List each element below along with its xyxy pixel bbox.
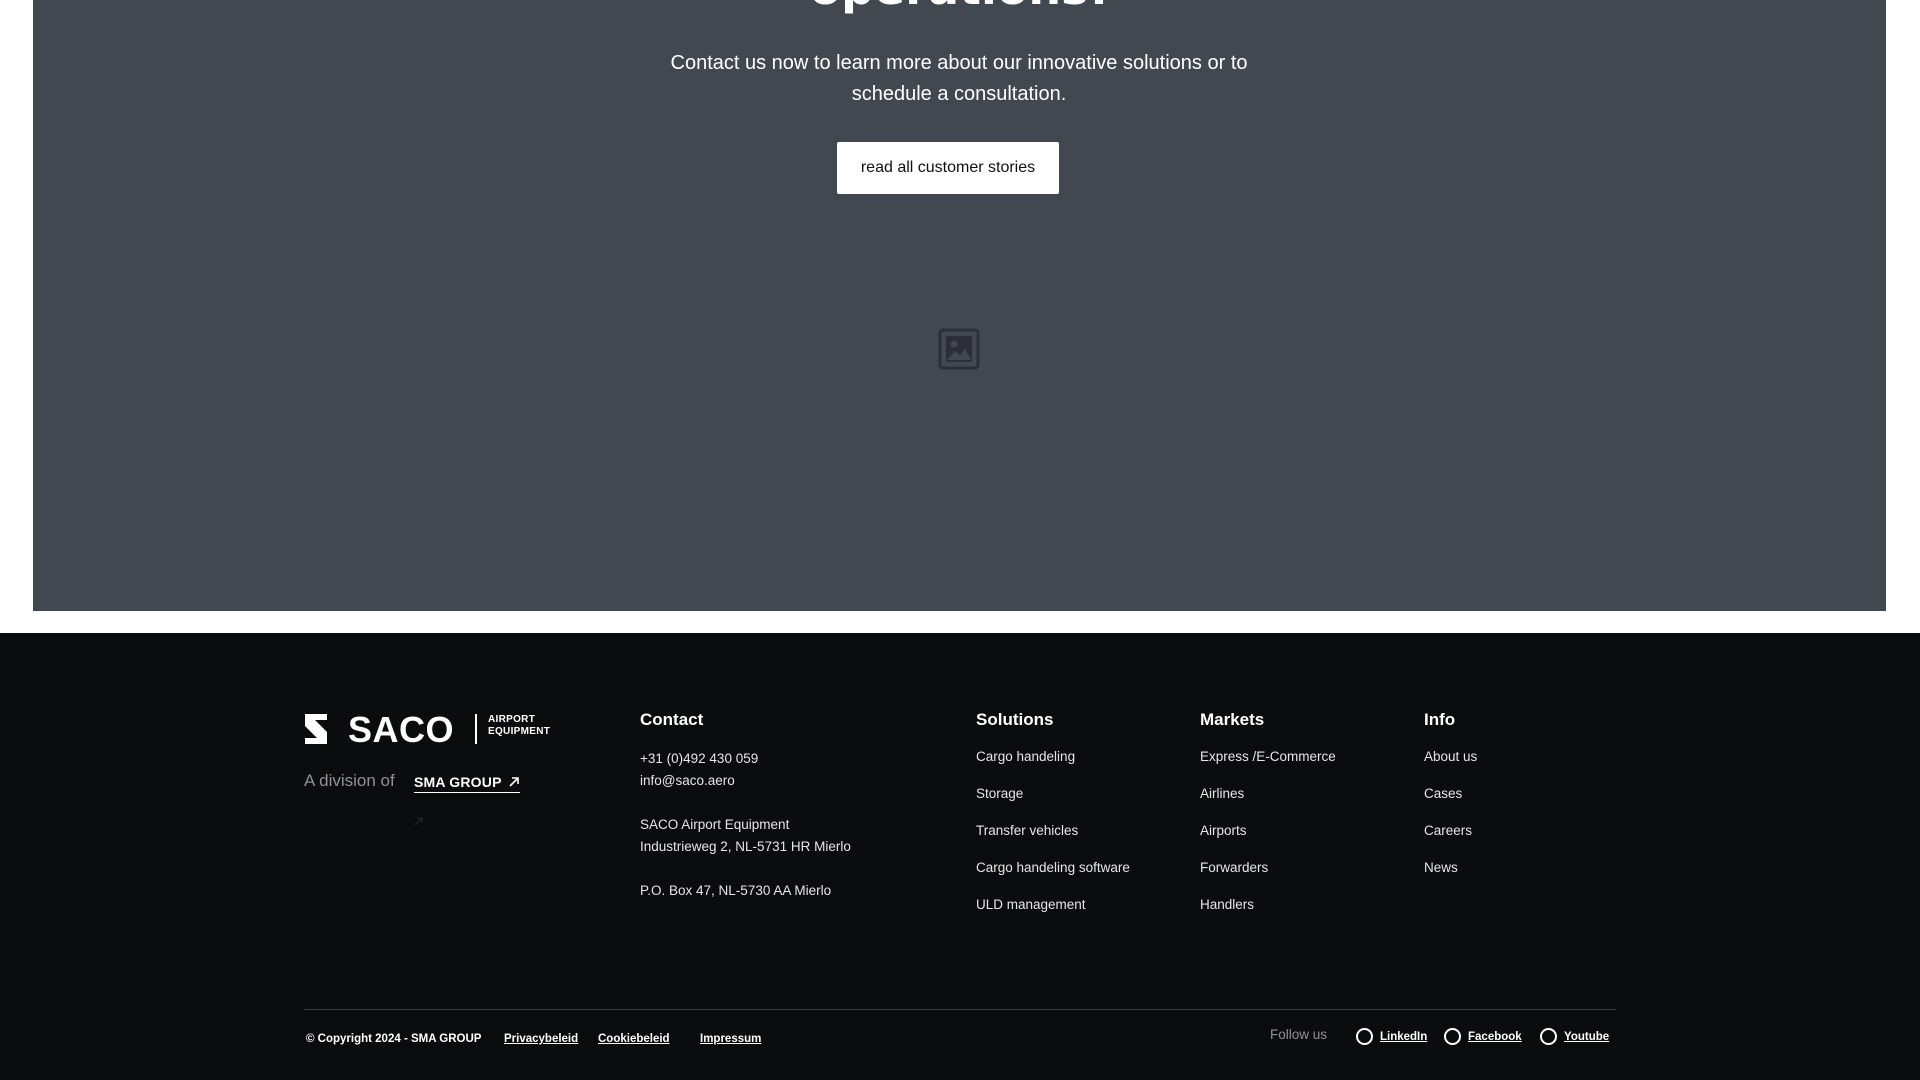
markets-link[interactable]: Express /E-Commerce — [1200, 749, 1336, 764]
facebook-icon — [1444, 1028, 1461, 1045]
linkedin-link[interactable]: LinkedIn — [1356, 1028, 1427, 1045]
division-text: A division of — [304, 771, 395, 790]
company-name: SACO Airport Equipment — [640, 817, 790, 832]
cta-heading: operations! — [33, 0, 1886, 18]
cta-section: operations! Contact us now to learn more… — [33, 0, 1886, 611]
read-customer-stories-button[interactable]: read all customer stories — [837, 142, 1059, 194]
cta-description: Contact us now to learn more about our i… — [670, 52, 1248, 105]
solutions-link[interactable]: Transfer vehicles — [976, 823, 1078, 838]
email-link[interactable]: info@saco.aero — [640, 770, 851, 792]
markets-link[interactable]: Handlers — [1200, 897, 1254, 912]
impressum-link[interactable]: Impressum — [700, 1033, 761, 1045]
solutions-link[interactable]: Storage — [976, 786, 1023, 801]
address: Industrieweg 2, NL-5731 HR Mierlo — [640, 839, 851, 854]
markets-link[interactable]: Airports — [1200, 823, 1247, 838]
contact-details: +31 (0)492 430 059 info@saco.aero SACO A… — [640, 748, 851, 902]
external-arrow-icon — [414, 817, 423, 826]
solutions-link[interactable]: Cargo handeling software — [976, 860, 1130, 875]
linkedin-icon — [1356, 1028, 1373, 1045]
contact-heading: Contact — [640, 710, 704, 729]
logo-tagline: AIRPORT EQUIPMENT — [488, 714, 551, 737]
info-link[interactable]: Careers — [1424, 823, 1472, 838]
info-link[interactable]: About us — [1424, 749, 1477, 764]
facebook-link[interactable]: Facebook — [1444, 1028, 1522, 1045]
svg-text:SACO: SACO — [348, 711, 454, 747]
privacy-link[interactable]: Privacybeleid — [504, 1033, 578, 1045]
markets-link[interactable]: Forwarders — [1200, 860, 1268, 875]
site-footer — [0, 633, 1920, 1080]
youtube-icon — [1540, 1028, 1557, 1045]
youtube-link[interactable]: Youtube — [1540, 1028, 1609, 1045]
info-link[interactable]: News — [1424, 860, 1458, 875]
markets-link[interactable]: Airlines — [1200, 786, 1244, 801]
follow-us-label: Follow us — [1270, 1027, 1328, 1042]
info-link[interactable]: Cases — [1424, 786, 1462, 801]
po-box: P.O. Box 47, NL-5730 AA Mierlo — [640, 883, 832, 898]
solutions-list: Cargo handeling Storage Transfer vehicle… — [976, 748, 1130, 933]
footer-divider — [304, 1009, 1616, 1010]
markets-heading: Markets — [1200, 710, 1265, 729]
external-arrow-icon — [509, 777, 520, 787]
solutions-heading: Solutions — [976, 710, 1054, 729]
solutions-link[interactable]: Cargo handeling — [976, 749, 1075, 764]
markets-list: Express /E-Commerce Airlines Airports Fo… — [1200, 748, 1336, 933]
info-list: About us Cases Careers News — [1424, 748, 1477, 896]
image-placeholder-icon — [938, 328, 980, 370]
info-heading: Info — [1424, 710, 1456, 729]
copyright: © Copyright 2024 - SMA GROUP — [306, 1033, 482, 1045]
sma-group-link[interactable]: SMA GROUP — [414, 774, 521, 793]
cookie-link[interactable]: Cookiebeleid — [598, 1033, 670, 1045]
phone-link[interactable]: +31 (0)492 430 059 — [640, 748, 851, 770]
solutions-link[interactable]: ULD management — [976, 897, 1086, 912]
